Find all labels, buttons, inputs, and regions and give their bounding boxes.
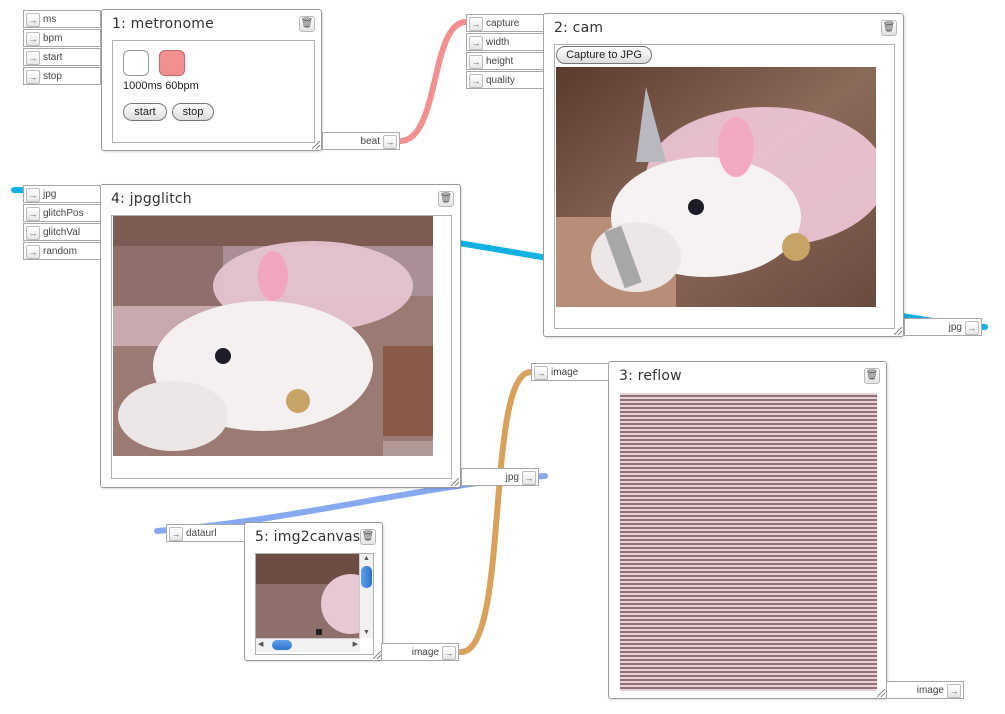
cam-panel: Capture to JPG [554, 44, 895, 329]
port-img2canvas-image[interactable]: image → [381, 643, 459, 661]
node-title: 5: img2canvas [255, 529, 361, 545]
img2canvas-node[interactable]: 5: img2canvas 🗑 ▲ ▼ ◀ ▶ [244, 522, 383, 661]
vertical-scroll-thumb[interactable] [361, 566, 372, 588]
resize-handle[interactable] [877, 689, 885, 697]
arrow-icon: → [26, 70, 40, 84]
port-height[interactable]: → height [466, 52, 544, 70]
arrow-icon: → [947, 684, 961, 698]
port-cam-jpg[interactable]: jpg → [904, 318, 982, 336]
port-quality[interactable]: → quality [466, 71, 544, 89]
stop-button[interactable]: stop [172, 103, 214, 121]
arrow-icon: → [522, 471, 536, 485]
arrow-icon: → [534, 366, 548, 380]
unicorn-photo [556, 67, 876, 307]
img2canvas-scroll-view[interactable]: ▲ ▼ ◀ ▶ [255, 553, 374, 655]
scroll-left-icon[interactable]: ◀ [258, 640, 263, 648]
trash-icon[interactable]: 🗑 [299, 16, 315, 32]
vertical-scrollbar[interactable]: ▲ ▼ [359, 554, 373, 638]
arrow-icon: → [469, 17, 483, 31]
arrow-icon: → [26, 13, 40, 27]
scroll-right-icon[interactable]: ▶ [353, 640, 358, 648]
trash-icon[interactable]: 🗑 [881, 20, 897, 36]
metronome-panel: 1000ms 60bpm start stop [112, 40, 315, 143]
cam-node[interactable]: 2: cam 🗑 Capture to JPG [543, 13, 904, 337]
canvas-image [256, 554, 360, 638]
port-glitchval[interactable]: → glitchVal [23, 223, 101, 241]
wire-image-to-reflow[interactable] [458, 369, 534, 655]
jpgglitch-node[interactable]: 4: jpgglitch 🗑 [100, 184, 461, 488]
trash-icon[interactable]: 🗑 [438, 191, 454, 207]
port-jpg-in[interactable]: → jpg [23, 185, 101, 203]
resize-handle[interactable] [312, 141, 320, 149]
reflow-striped-image [620, 393, 877, 691]
port-dataurl[interactable]: → dataurl [166, 524, 245, 542]
arrow-icon: → [26, 51, 40, 65]
resize-handle[interactable] [373, 651, 381, 659]
trash-icon[interactable]: 🗑 [864, 368, 880, 384]
wire-beat-to-capture[interactable] [397, 19, 469, 144]
port-ms[interactable]: → ms [23, 10, 101, 28]
arrow-icon: → [26, 226, 40, 240]
arrow-icon: → [383, 135, 397, 149]
node-title: 3: reflow [619, 368, 682, 384]
arrow-icon: → [469, 74, 483, 88]
port-capture[interactable]: → capture [466, 14, 544, 32]
arrow-icon: → [469, 36, 483, 50]
arrow-icon: → [965, 321, 979, 335]
scroll-up-icon[interactable]: ▲ [360, 554, 373, 564]
capture-to-jpg-button[interactable]: Capture to JPG [556, 46, 652, 64]
resize-handle[interactable] [451, 478, 459, 486]
resize-handle[interactable] [894, 327, 902, 335]
arrow-icon: → [26, 32, 40, 46]
glitched-image [113, 216, 433, 456]
beat-indicator-on [159, 50, 185, 76]
node-title: 2: cam [554, 20, 604, 36]
jpgglitch-panel [111, 215, 452, 479]
port-width[interactable]: → width [466, 33, 544, 51]
port-jpgglitch-jpg[interactable]: jpg → [461, 468, 539, 486]
webcam-image [556, 67, 876, 307]
port-glitchpos[interactable]: → glitchPos [23, 204, 101, 222]
reflow-canvas [620, 393, 877, 691]
port-start[interactable]: → start [23, 48, 101, 66]
scroll-down-icon[interactable]: ▼ [360, 628, 373, 638]
arrow-icon: → [442, 646, 456, 660]
port-reflow-image[interactable]: image → [886, 681, 964, 699]
arrow-icon: → [469, 55, 483, 69]
port-stop[interactable]: → stop [23, 67, 101, 85]
metronome-node[interactable]: 1: metronome 🗑 1000ms 60bpm start stop [101, 9, 322, 151]
horizontal-scrollbar[interactable]: ◀ ▶ [256, 638, 360, 652]
trash-icon[interactable]: 🗑 [360, 529, 376, 545]
arrow-icon: → [169, 527, 183, 541]
node-title: 1: metronome [112, 16, 214, 32]
port-random[interactable]: → random [23, 242, 101, 260]
arrow-icon: → [26, 207, 40, 221]
reflow-node[interactable]: 3: reflow 🗑 [608, 361, 887, 699]
port-beat[interactable]: beat → [322, 132, 400, 150]
horizontal-scroll-thumb[interactable] [272, 640, 292, 650]
node-title: 4: jpgglitch [111, 191, 192, 207]
arrow-icon: → [26, 188, 40, 202]
port-bpm[interactable]: → bpm [23, 29, 101, 47]
beat-indicator-off [123, 50, 149, 76]
start-button[interactable]: start [123, 103, 167, 121]
port-image-in[interactable]: → image [531, 363, 609, 381]
glitched-unicorn-photo [113, 216, 433, 456]
arrow-icon: → [26, 245, 40, 259]
metronome-status: 1000ms 60bpm [123, 80, 199, 92]
